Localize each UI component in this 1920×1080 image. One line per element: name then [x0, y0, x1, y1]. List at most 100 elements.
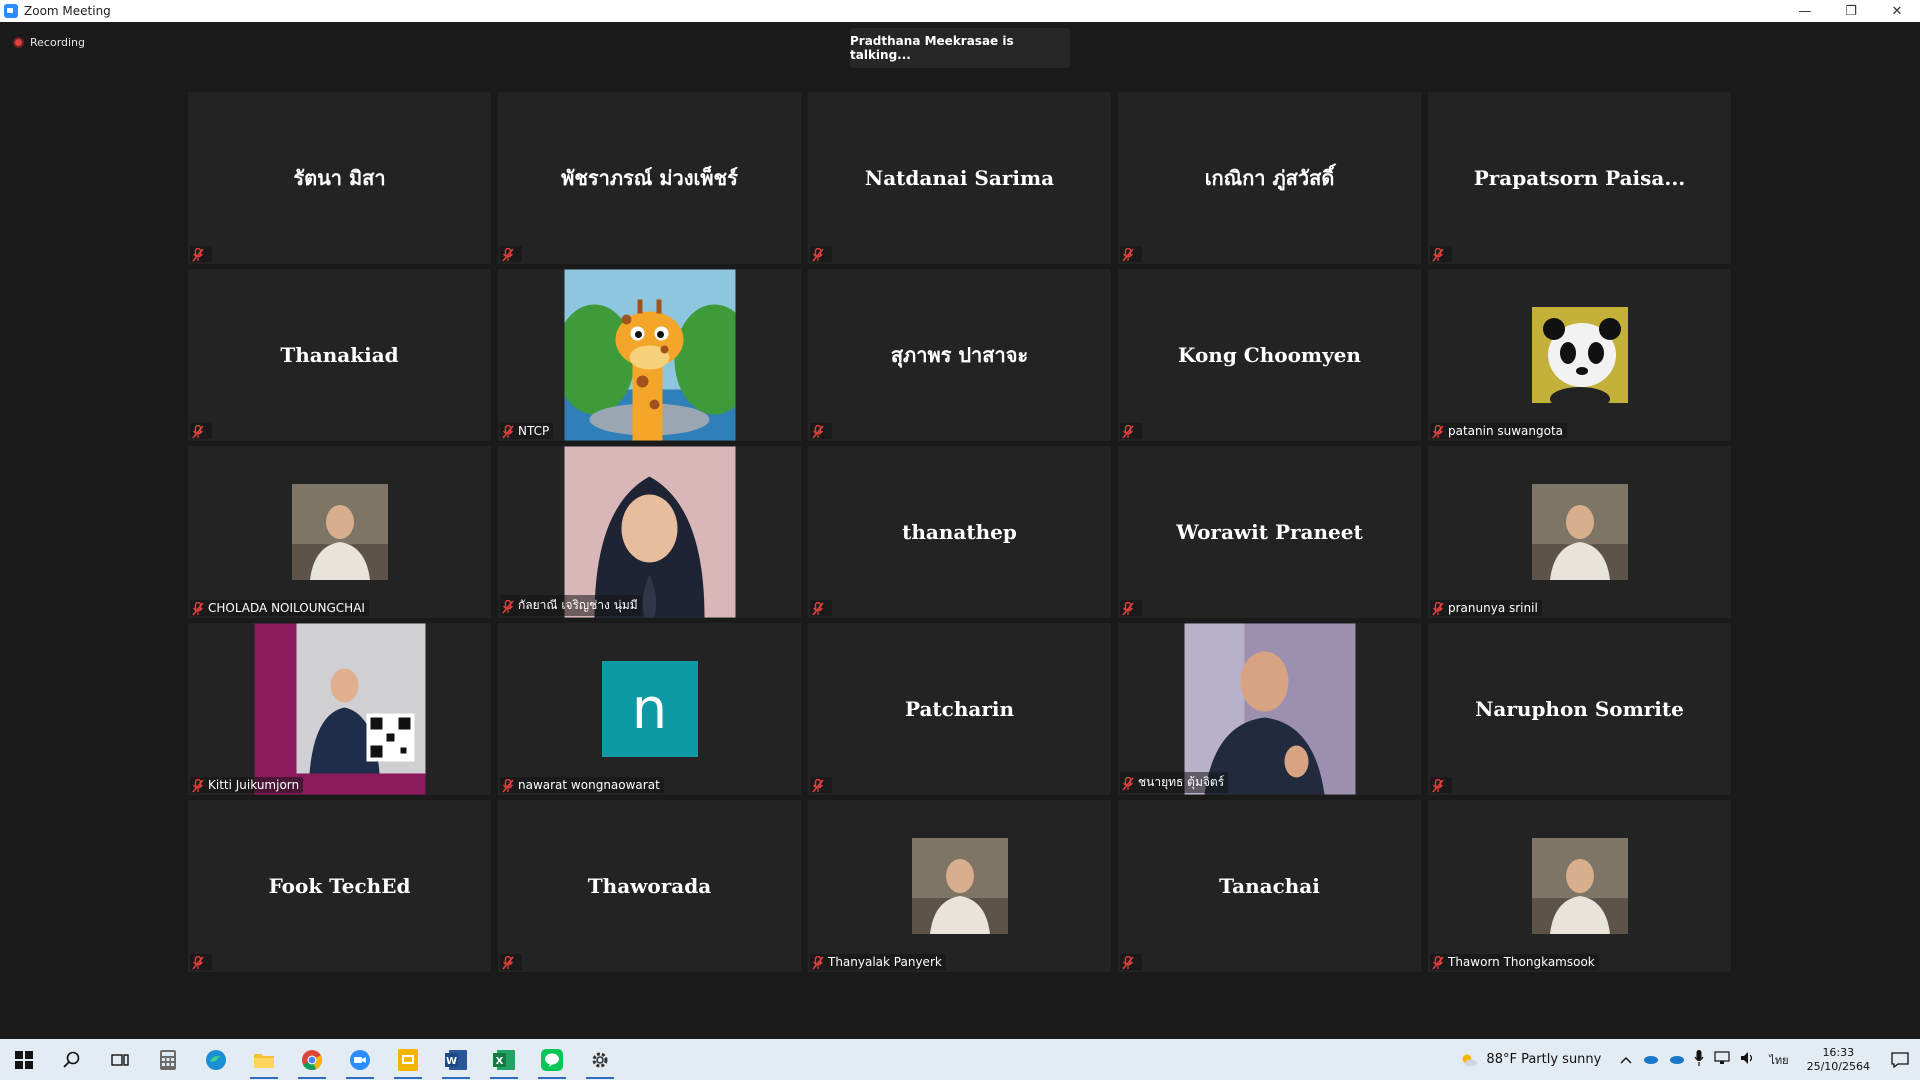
- file-explorer-icon[interactable]: [240, 1039, 288, 1080]
- participant-name: Thaworada: [587, 874, 712, 898]
- clock-time: 16:33: [1822, 1045, 1855, 1059]
- participant-label: Thaworn Thongkamsook: [1448, 955, 1595, 969]
- participant-tile[interactable]: Natdanai Sarima: [808, 92, 1111, 264]
- muted-mic-icon: [1122, 776, 1134, 791]
- participant-tile[interactable]: Thaworada: [498, 800, 801, 972]
- microphone-icon[interactable]: [1694, 1050, 1704, 1069]
- participant-tile[interactable]: Naruphon Somrite: [1428, 623, 1731, 795]
- start-icon[interactable]: [0, 1039, 48, 1080]
- tile-footer: ชนายุทธ ตุ้มจิตร์: [1120, 772, 1229, 793]
- zoom-icon[interactable]: [336, 1039, 384, 1080]
- onedrive-icon[interactable]: [1642, 1053, 1659, 1067]
- muted-mic-icon: [812, 247, 824, 262]
- chevron-up-icon[interactable]: [1620, 1053, 1632, 1067]
- tile-footer: [810, 246, 832, 262]
- participant-name: Tanachai: [1219, 874, 1320, 898]
- muted-mic-icon: [502, 424, 514, 439]
- participant-name: เกณิกา ภู่สวัสดิ์: [1204, 166, 1335, 190]
- participant-name: Natdanai Sarima: [864, 166, 1055, 190]
- participant-name: Patcharin: [904, 697, 1015, 721]
- muted-mic-icon: [502, 599, 514, 614]
- network-icon[interactable]: [1714, 1051, 1730, 1068]
- excel-icon[interactable]: X: [480, 1039, 528, 1080]
- muted-mic-icon: [1122, 955, 1134, 970]
- profile-picture: [554, 269, 754, 441]
- tile-footer: [1120, 954, 1142, 970]
- participant-name: Prapatsorn Paisa...: [1473, 166, 1686, 190]
- input-language[interactable]: ไทย: [1769, 1051, 1788, 1069]
- tile-footer: [500, 246, 522, 262]
- participant-tile[interactable]: CHOLADA NOILOUNGCHAI: [188, 446, 491, 618]
- participant-tile[interactable]: Patcharin: [808, 623, 1111, 795]
- muted-mic-icon: [502, 778, 514, 793]
- tray-icons: [1615, 1050, 1761, 1069]
- participant-tile[interactable]: Thaworn Thongkamsook: [1428, 800, 1731, 972]
- participant-name: Fook TechEd: [268, 874, 411, 898]
- participant-tile[interactable]: Kitti Juikumjorn: [188, 623, 491, 795]
- clock[interactable]: 16:33 25/10/2564: [1807, 1046, 1870, 1074]
- participant-tile[interactable]: เกณิกา ภู่สวัสดิ์: [1118, 92, 1421, 264]
- participant-tile[interactable]: รัตนา มิสา: [188, 92, 491, 264]
- muted-mic-icon: [1122, 424, 1134, 439]
- search-icon[interactable]: [48, 1039, 96, 1080]
- participant-tile[interactable]: Fook TechEd: [188, 800, 491, 972]
- task-view-icon[interactable]: [96, 1039, 144, 1080]
- muted-mic-icon: [502, 247, 514, 262]
- muted-mic-icon: [1122, 601, 1134, 616]
- word-icon[interactable]: W: [432, 1039, 480, 1080]
- calculator-icon[interactable]: [144, 1039, 192, 1080]
- tile-footer: pranunya srinil: [1430, 600, 1542, 616]
- gallery-grid: รัตนา มิสา พัชราภรณ์ ม่วงเพ็ชร์ Natdanai S…: [188, 92, 1733, 972]
- muted-mic-icon: [192, 955, 204, 970]
- zoom-app-icon: [4, 4, 18, 18]
- profile-picture: [564, 446, 735, 618]
- muted-mic-icon: [1432, 955, 1444, 970]
- muted-mic-icon: [812, 778, 824, 793]
- tile-footer: NTCP: [500, 423, 554, 439]
- window-title: Zoom Meeting: [24, 4, 111, 18]
- weather-text: 88°F Partly sunny: [1486, 1052, 1602, 1067]
- participant-name: Kong Choomyen: [1178, 343, 1361, 367]
- muted-mic-icon: [812, 424, 824, 439]
- participant-label: ชนายุทธ ตุ้มจิตร์: [1138, 775, 1225, 789]
- participant-tile[interactable]: Prapatsorn Paisa...: [1428, 92, 1731, 264]
- participant-tile[interactable]: Kong Choomyen: [1118, 269, 1421, 441]
- profile-picture: [1184, 623, 1355, 795]
- participant-tile[interactable]: สุภาพร ปาสาจะ: [808, 269, 1111, 441]
- volume-icon[interactable]: [1740, 1051, 1756, 1068]
- participant-name: รัตนา มิสา: [293, 166, 386, 190]
- participant-tile[interactable]: Thanyalak Panyerk: [808, 800, 1111, 972]
- restore-button[interactable]: ❐: [1828, 0, 1874, 22]
- participant-tile[interactable]: Thanakiad: [188, 269, 491, 441]
- participant-tile[interactable]: Tanachai: [1118, 800, 1421, 972]
- recording-indicator[interactable]: Recording: [13, 36, 85, 49]
- muted-mic-icon: [192, 424, 204, 439]
- svg-text:W: W: [446, 1056, 457, 1067]
- edge-icon[interactable]: [192, 1039, 240, 1080]
- participant-tile[interactable]: Worawit Praneet: [1118, 446, 1421, 618]
- meeting-area: Recording Pradthana Meekrasae is talking…: [0, 22, 1920, 1039]
- participant-tile[interactable]: pranunya srinil: [1428, 446, 1731, 618]
- muted-mic-icon: [1122, 247, 1134, 262]
- participant-tile[interactable]: กัลยาณี เจริญช่าง นุ่มมี: [498, 446, 801, 618]
- participant-tile[interactable]: thanathep: [808, 446, 1111, 618]
- participant-tile[interactable]: ชนายุทธ ตุ้มจิตร์: [1118, 623, 1421, 795]
- close-button[interactable]: ✕: [1874, 0, 1920, 22]
- participant-name: thanathep: [902, 520, 1017, 544]
- participant-tile[interactable]: n nawarat wongnaowarat: [498, 623, 801, 795]
- slides-icon[interactable]: [384, 1039, 432, 1080]
- muted-mic-icon: [1432, 247, 1444, 262]
- tile-footer: [190, 954, 212, 970]
- participant-tile[interactable]: patanin suwangota: [1428, 269, 1731, 441]
- participant-label: CHOLADA NOILOUNGCHAI: [208, 601, 365, 615]
- settings-icon[interactable]: [576, 1039, 624, 1080]
- chrome-icon[interactable]: [288, 1039, 336, 1080]
- line-icon[interactable]: [528, 1039, 576, 1080]
- participant-tile[interactable]: พัชราภรณ์ ม่วงเพ็ชร์: [498, 92, 801, 264]
- participant-tile[interactable]: NTCP: [498, 269, 801, 441]
- weather-widget[interactable]: 88°F Partly sunny: [1460, 1052, 1601, 1067]
- minimize-button[interactable]: —: [1782, 0, 1828, 22]
- onedrive-personal-icon[interactable]: [1668, 1053, 1685, 1067]
- tile-footer: [810, 600, 832, 616]
- notifications-icon[interactable]: [1880, 1039, 1920, 1080]
